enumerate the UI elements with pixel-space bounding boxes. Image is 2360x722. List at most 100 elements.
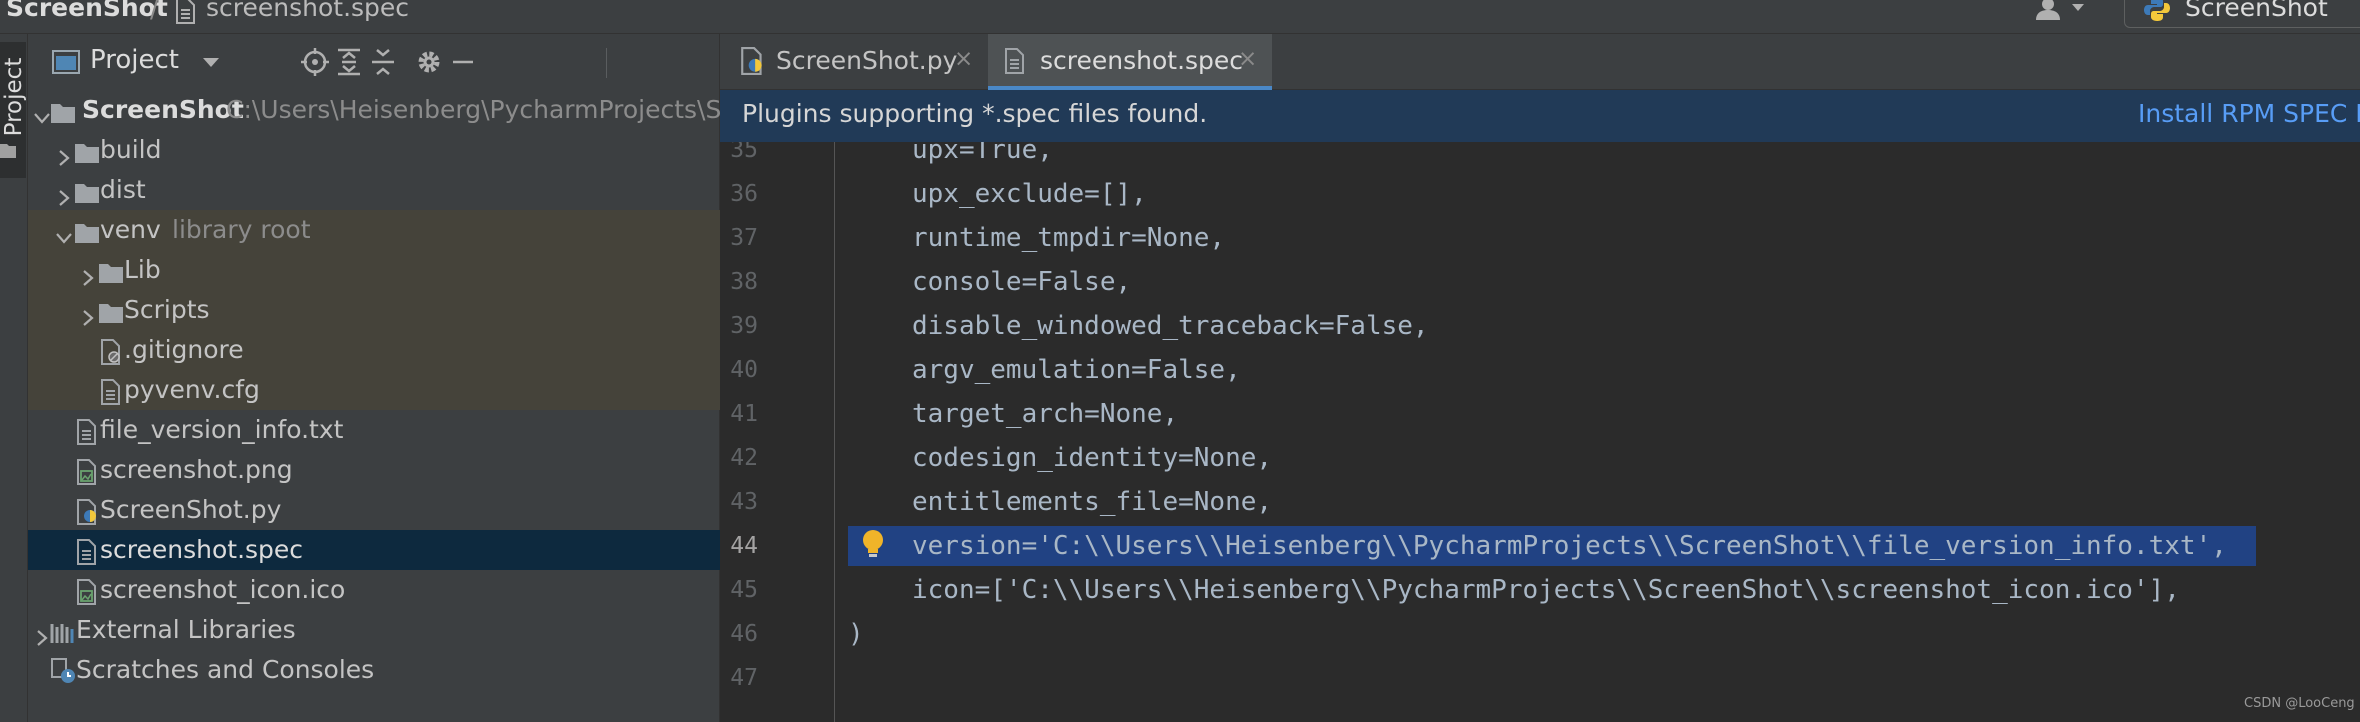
- code-line[interactable]: 41 target_arch=None,: [720, 392, 2360, 436]
- code-line-selected[interactable]: 44 version='C:\\Users\\Heisenberg\\Pycha…: [720, 524, 2360, 568]
- code-editor[interactable]: 35 upx=True, 36 upx_exclude=[], 37 runti…: [720, 142, 2360, 722]
- tree-item-scripts[interactable]: Scripts: [28, 290, 720, 330]
- expand-all-icon[interactable]: [334, 47, 364, 81]
- chevron-right-icon[interactable]: [78, 300, 98, 330]
- folder-icon: [98, 297, 124, 330]
- minimize-icon[interactable]: [448, 47, 478, 81]
- tool-window-strip: Project: [0, 34, 28, 722]
- tree-item-label: file_version_info.txt: [100, 415, 344, 444]
- code-text: version='C:\\Users\\Heisenberg\\PycharmP…: [912, 531, 2227, 561]
- tab-label: screenshot.spec: [1040, 46, 1244, 75]
- tree-item-build[interactable]: build: [28, 130, 720, 170]
- chevron-right-icon[interactable]: [32, 620, 52, 650]
- code-line[interactable]: 36 upx_exclude=[],: [720, 172, 2360, 216]
- tree-item-label: build: [100, 135, 162, 164]
- code-line[interactable]: 45 icon=['C:\\Users\\Heisenberg\\Pycharm…: [720, 568, 2360, 612]
- collapse-all-icon[interactable]: [368, 47, 398, 81]
- line-number: 36: [730, 181, 758, 207]
- chevron-right-icon[interactable]: [54, 140, 74, 170]
- tree-item-venv[interactable]: venv library root: [28, 210, 720, 250]
- code-line[interactable]: 46 ): [720, 612, 2360, 656]
- close-icon[interactable]: ×: [954, 46, 973, 72]
- code-text: runtime_tmpdir=None,: [912, 223, 1226, 253]
- code-line[interactable]: 43 entitlements_file=None,: [720, 480, 2360, 524]
- tree-item-label: Scratches and Consoles: [76, 655, 375, 684]
- chevron-down-icon[interactable]: [202, 54, 220, 73]
- tree-item-file-version-info[interactable]: file_version_info.txt: [28, 410, 720, 450]
- tree-item-dist[interactable]: dist: [28, 170, 720, 210]
- tree-item-lib[interactable]: Lib: [28, 250, 720, 290]
- user-account-icon[interactable]: [2034, 0, 2090, 28]
- tree-item-label: screenshot.png: [100, 455, 293, 484]
- chevron-down-icon[interactable]: [32, 100, 52, 130]
- tree-item-label: .gitignore: [124, 335, 244, 364]
- code-text: console=False,: [912, 267, 1132, 297]
- code-text: entitlements_file=None,: [912, 487, 1273, 517]
- line-number: 35: [730, 142, 758, 163]
- navigation-bar: ScreenShot / screenshot.spec ScreenShot: [0, 0, 2360, 34]
- line-number: 37: [730, 225, 758, 251]
- code-text: codesign_identity=None,: [912, 443, 1273, 473]
- project-panel-header: Project: [28, 34, 720, 90]
- chevron-right-icon[interactable]: [54, 180, 74, 210]
- image-file-icon: [76, 577, 98, 610]
- tree-item-label: pyvenv.cfg: [124, 375, 260, 404]
- tree-item-external-libraries[interactable]: External Libraries: [28, 610, 720, 650]
- line-number: 41: [730, 401, 758, 427]
- spec-file-icon: [1004, 47, 1026, 81]
- tree-item-screenshot-icon-ico[interactable]: screenshot_icon.ico: [28, 570, 720, 610]
- tree-item-label: venv: [100, 215, 161, 244]
- tree-item-screenshot-py[interactable]: ScreenShot.py: [28, 490, 720, 530]
- tab-screenshot-spec[interactable]: screenshot.spec ×: [988, 34, 1272, 90]
- code-line[interactable]: 40 argv_emulation=False,: [720, 348, 2360, 392]
- locate-icon[interactable]: [300, 47, 330, 81]
- project-tool-window-button[interactable]: Project: [0, 42, 27, 178]
- project-view-icon: [52, 50, 80, 78]
- install-plugin-link[interactable]: Install RPM SPEC Fi: [2138, 99, 2360, 128]
- text-file-icon: [76, 417, 98, 450]
- tree-item-screenshot-spec[interactable]: screenshot.spec: [28, 530, 720, 570]
- plugin-suggestion-banner: Plugins supporting *.spec files found. I…: [720, 90, 2360, 142]
- tree-item-screenshot-root[interactable]: ScreenShot C:\Users\Heisenberg\PycharmPr…: [28, 90, 720, 130]
- code-text: upx_exclude=[],: [912, 179, 1147, 209]
- project-tool-window-label: Project: [1, 57, 27, 137]
- breadcrumb-file[interactable]: screenshot.spec: [206, 0, 409, 22]
- folder-icon: [98, 257, 124, 290]
- project-view-title[interactable]: Project: [90, 45, 179, 75]
- line-number: 39: [730, 313, 758, 339]
- tab-screenshot-py[interactable]: ScreenShot.py ×: [720, 34, 988, 90]
- project-tree: ScreenShot C:\Users\Heisenberg\PycharmPr…: [28, 90, 720, 690]
- code-line[interactable]: 35 upx=True,: [720, 142, 2360, 172]
- code-line[interactable]: 47: [720, 656, 2360, 700]
- close-icon[interactable]: ×: [1238, 46, 1257, 72]
- tree-item-gitignore[interactable]: .gitignore: [28, 330, 720, 370]
- gear-icon[interactable]: [414, 47, 444, 81]
- folder-icon: [50, 97, 76, 130]
- run-configuration-selector[interactable]: ScreenShot: [2124, 0, 2360, 28]
- code-line[interactable]: 38 console=False,: [720, 260, 2360, 304]
- breadcrumb-project[interactable]: ScreenShot: [6, 0, 168, 22]
- code-text: target_arch=None,: [912, 399, 1179, 429]
- folder-icon: [0, 142, 16, 164]
- tree-item-label: Scripts: [124, 295, 210, 324]
- line-number: 42: [730, 445, 758, 471]
- tree-item-label: ScreenShot.py: [100, 495, 282, 524]
- tree-item-screenshot-png[interactable]: screenshot.png: [28, 450, 720, 490]
- line-number: 44: [730, 533, 758, 559]
- code-line[interactable]: 42 codesign_identity=None,: [720, 436, 2360, 480]
- code-line[interactable]: 39 disable_windowed_traceback=False,: [720, 304, 2360, 348]
- tree-item-scratches-and-consoles[interactable]: Scratches and Consoles: [28, 650, 720, 690]
- project-panel: Project ScreenShot C:\Users\Heisenberg\P…: [28, 34, 720, 722]
- line-number: 47: [730, 665, 758, 691]
- tree-item-label: dist: [100, 175, 146, 204]
- code-line[interactable]: 37 runtime_tmpdir=None,: [720, 216, 2360, 260]
- tree-item-pyvenv-cfg[interactable]: pyvenv.cfg: [28, 370, 720, 410]
- breadcrumb-separator: /: [150, 0, 159, 23]
- chevron-right-icon[interactable]: [78, 260, 98, 290]
- run-configuration-label: ScreenShot: [2185, 0, 2328, 22]
- folder-icon: [74, 137, 100, 170]
- folder-icon: [74, 177, 100, 210]
- chevron-down-icon[interactable]: [54, 220, 74, 250]
- line-number: 38: [730, 269, 758, 295]
- gitignore-file-icon: [100, 337, 122, 370]
